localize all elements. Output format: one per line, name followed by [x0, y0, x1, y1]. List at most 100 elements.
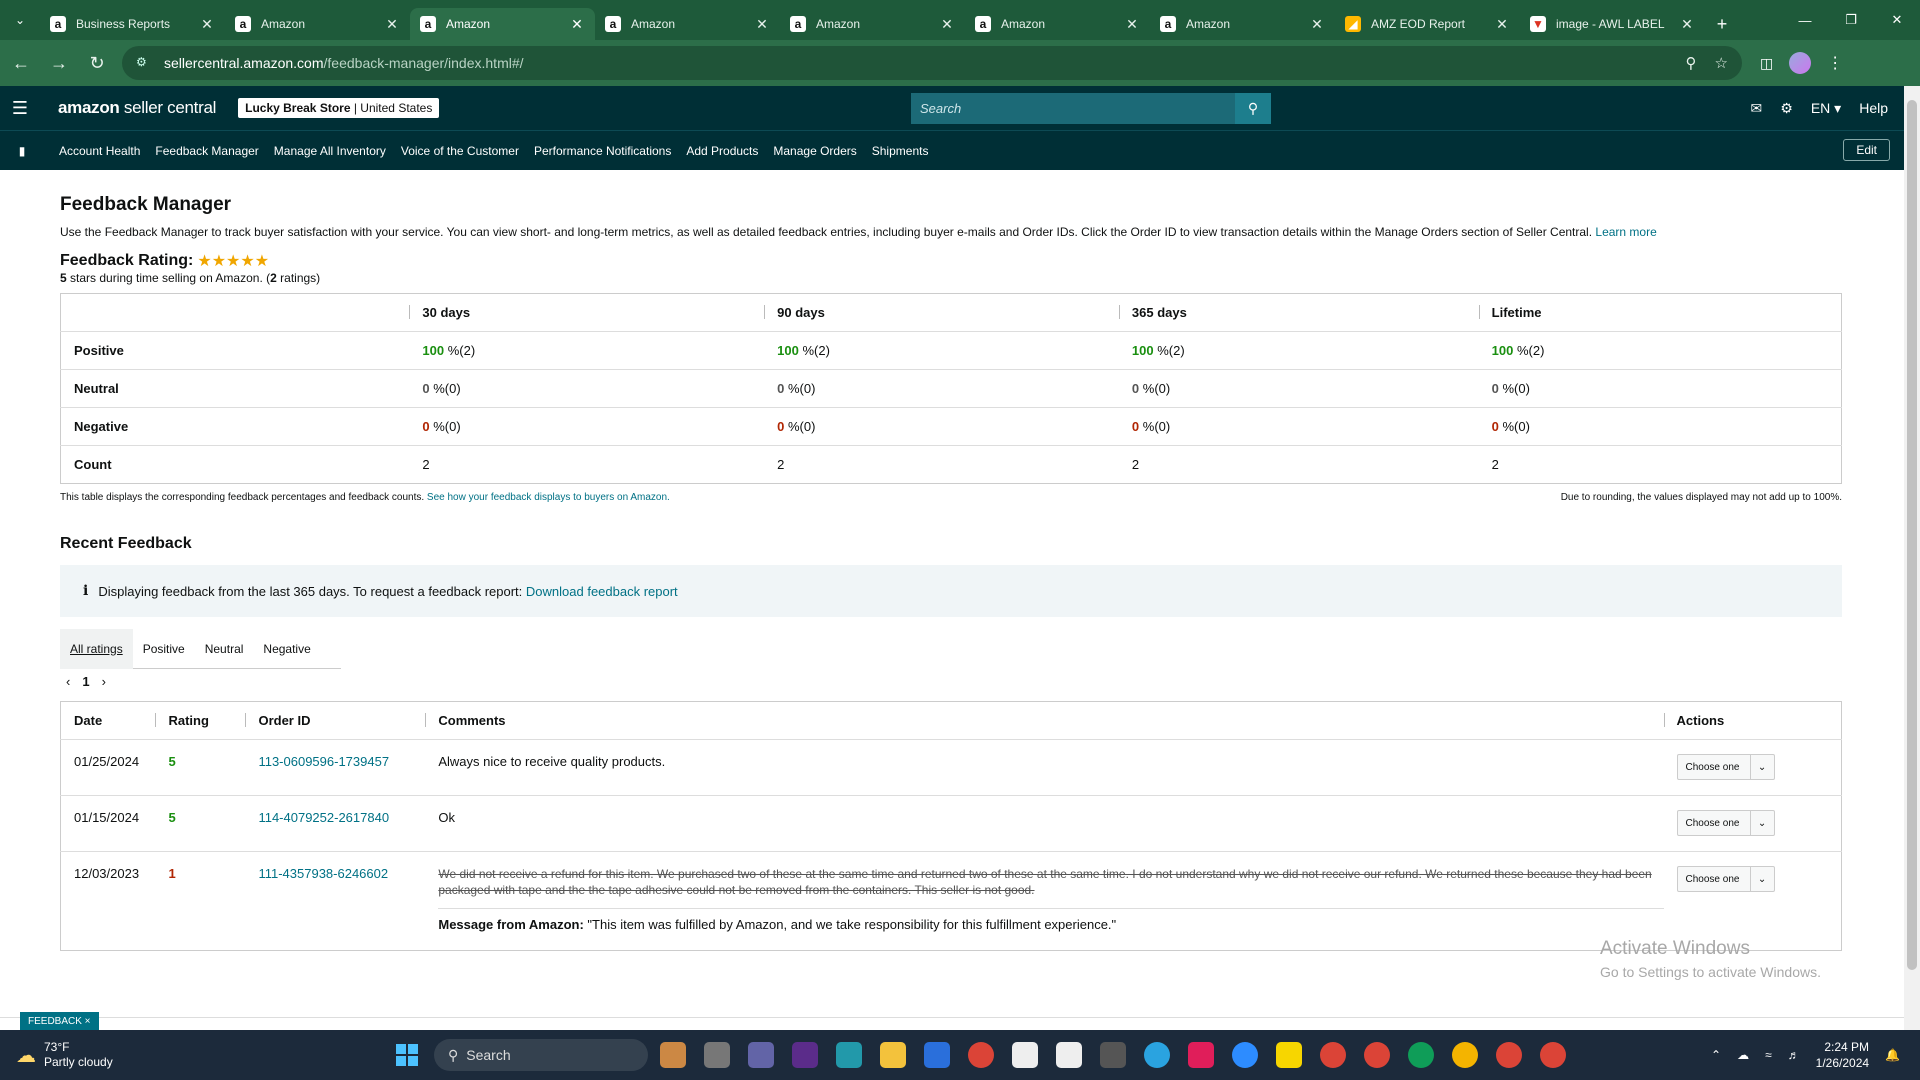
chrome-icon[interactable]	[1452, 1042, 1478, 1068]
close-tab-icon[interactable]: ✕	[754, 16, 770, 33]
seller-central-logo[interactable]: amazon seller central	[58, 98, 216, 118]
app-icon[interactable]	[836, 1042, 862, 1068]
mail-icon[interactable]: ✉	[1751, 100, 1763, 117]
tab-negative[interactable]: Negative	[253, 629, 320, 669]
chevron-down-icon[interactable]: ⌄	[1749, 811, 1774, 835]
page-scrollbar[interactable]	[1904, 86, 1920, 1030]
bookmark-star-icon[interactable]: ☆	[1715, 54, 1728, 72]
nav-link-manage-orders[interactable]: Manage Orders	[773, 144, 856, 158]
close-window-icon[interactable]: ✕	[1874, 0, 1920, 40]
show-hidden-icons-icon[interactable]: ⌃	[1711, 1048, 1721, 1062]
file-explorer-icon[interactable]	[880, 1042, 906, 1068]
widgets-app-icon[interactable]	[660, 1042, 686, 1068]
gear-icon[interactable]: ⚙	[1780, 100, 1793, 117]
url-field[interactable]: ⚙ sellercentral.amazon.com/feedback-mana…	[122, 46, 1742, 80]
slack-icon[interactable]	[1188, 1042, 1214, 1068]
restore-icon[interactable]: ❐	[1828, 0, 1874, 40]
nav-link-feedback-manager[interactable]: Feedback Manager	[155, 144, 258, 158]
browser-tab[interactable]: a Amazon ✕	[965, 8, 1150, 40]
back-icon[interactable]: ←	[4, 46, 38, 80]
close-tab-icon[interactable]: ✕	[1309, 16, 1325, 33]
order-id-link[interactable]: 111-4357938-6246602	[258, 866, 388, 881]
close-tab-icon[interactable]: ✕	[569, 16, 585, 33]
teams-icon[interactable]	[748, 1042, 774, 1068]
tab-all-ratings[interactable]: All ratings	[60, 628, 133, 669]
prev-page-icon[interactable]: ‹	[66, 674, 70, 689]
taskbar-search[interactable]: ⚲ Search	[434, 1039, 648, 1071]
sticky-notes-icon[interactable]	[1276, 1042, 1302, 1068]
action-dropdown[interactable]: Choose one ⌄	[1676, 866, 1775, 892]
nav-link-add-products[interactable]: Add Products	[686, 144, 758, 158]
chrome-icon[interactable]	[1408, 1042, 1434, 1068]
browser-tab[interactable]: a Amazon ✕	[225, 8, 410, 40]
search-input[interactable]: Search ⚲	[911, 93, 1271, 124]
app-icon[interactable]	[1012, 1042, 1038, 1068]
chrome-icon[interactable]	[1364, 1042, 1390, 1068]
order-id-link[interactable]: 113-0609596-1739457	[258, 754, 389, 769]
notifications-bell-icon[interactable]: 🔔	[1885, 1048, 1900, 1062]
weather-widget[interactable]: ☁ 73°F Partly cloudy	[16, 1040, 113, 1070]
action-dropdown[interactable]: Choose one ⌄	[1676, 810, 1775, 836]
new-tab-button[interactable]: +	[1705, 8, 1739, 40]
browser-tab[interactable]: ◢ AMZ EOD Report ✕	[1335, 8, 1520, 40]
action-dropdown[interactable]: Choose one ⌄	[1676, 754, 1775, 780]
browser-tab[interactable]: a Amazon ✕	[780, 8, 965, 40]
order-id-link[interactable]: 114-4079252-2617840	[258, 810, 389, 825]
chrome-icon[interactable]	[1496, 1042, 1522, 1068]
close-tab-icon[interactable]: ✕	[384, 16, 400, 33]
feedback-display-link[interactable]: See how your feedback displays to buyers…	[427, 492, 670, 503]
zoom-icon[interactable]: ⚲	[1686, 54, 1697, 72]
close-tab-icon[interactable]: ✕	[199, 16, 215, 33]
hamburger-menu-icon[interactable]: ☰	[0, 86, 40, 130]
clock[interactable]: 2:24 PM 1/26/2024	[1816, 1039, 1869, 1071]
close-tab-icon[interactable]: ✕	[939, 16, 955, 33]
tab-neutral[interactable]: Neutral	[195, 629, 254, 669]
onedrive-icon[interactable]: ☁	[1737, 1048, 1749, 1062]
store-selector[interactable]: Lucky Break Store | United States	[238, 98, 440, 118]
search-icon[interactable]: ⚲	[1235, 93, 1271, 124]
close-tab-icon[interactable]: ✕	[1679, 16, 1695, 33]
app-icon[interactable]	[1056, 1042, 1082, 1068]
nav-link-performance-notifications[interactable]: Performance Notifications	[534, 144, 671, 158]
zoom-app-icon[interactable]	[1232, 1042, 1258, 1068]
chrome-icon[interactable]	[1540, 1042, 1566, 1068]
windows-start-icon[interactable]	[396, 1044, 418, 1066]
download-report-link[interactable]: Download feedback report	[526, 584, 678, 599]
browser-tab[interactable]: a Business Reports ✕	[40, 8, 225, 40]
edit-nav-button[interactable]: Edit	[1843, 139, 1890, 161]
close-tab-icon[interactable]: ✕	[1124, 16, 1140, 33]
scrollbar-thumb[interactable]	[1907, 100, 1917, 970]
tab-positive[interactable]: Positive	[133, 629, 195, 669]
tab-search-chevron-icon[interactable]: ⌄	[0, 0, 40, 40]
forward-icon[interactable]: →	[42, 46, 76, 80]
volume-icon[interactable]: ♬	[1788, 1048, 1800, 1062]
nav-link-voice-of-the-customer[interactable]: Voice of the Customer	[401, 144, 519, 158]
browser-menu-icon[interactable]: ⋮	[1827, 53, 1843, 73]
chevron-down-icon[interactable]: ⌄	[1749, 867, 1774, 891]
chevron-down-icon[interactable]: ⌄	[1749, 755, 1774, 779]
nav-link-shipments[interactable]: Shipments	[872, 144, 929, 158]
close-tab-icon[interactable]: ✕	[1494, 16, 1510, 33]
learn-more-link[interactable]: Learn more	[1595, 225, 1656, 239]
minimize-icon[interactable]: —	[1782, 0, 1828, 40]
language-selector[interactable]: EN ▾	[1811, 100, 1841, 117]
browser-tab[interactable]: a Amazon ✕	[595, 8, 780, 40]
help-link[interactable]: Help	[1859, 100, 1888, 116]
nav-link-account-health[interactable]: Account Health	[59, 144, 140, 158]
task-view-icon[interactable]	[704, 1042, 730, 1068]
calendar-icon[interactable]	[924, 1042, 950, 1068]
chrome-icon[interactable]	[1320, 1042, 1346, 1068]
app-icon[interactable]	[792, 1042, 818, 1068]
calculator-icon[interactable]	[1100, 1042, 1126, 1068]
feedback-widget-button[interactable]: FEEDBACK ×	[20, 1012, 99, 1030]
telegram-icon[interactable]	[1144, 1042, 1170, 1068]
wifi-icon[interactable]: ≈	[1765, 1048, 1772, 1062]
reload-icon[interactable]: ↻	[80, 46, 114, 80]
bookmark-icon[interactable]: ▮	[0, 144, 44, 158]
browser-tab[interactable]: ▼ image - AWL LABEL ✕	[1520, 8, 1705, 40]
profile-avatar[interactable]	[1789, 52, 1812, 74]
site-info-icon[interactable]: ⚙	[136, 55, 152, 71]
side-panel-icon[interactable]: ◫	[1760, 55, 1773, 72]
next-page-icon[interactable]: ›	[102, 674, 106, 689]
browser-tab[interactable]: a Amazon ✕	[1150, 8, 1335, 40]
